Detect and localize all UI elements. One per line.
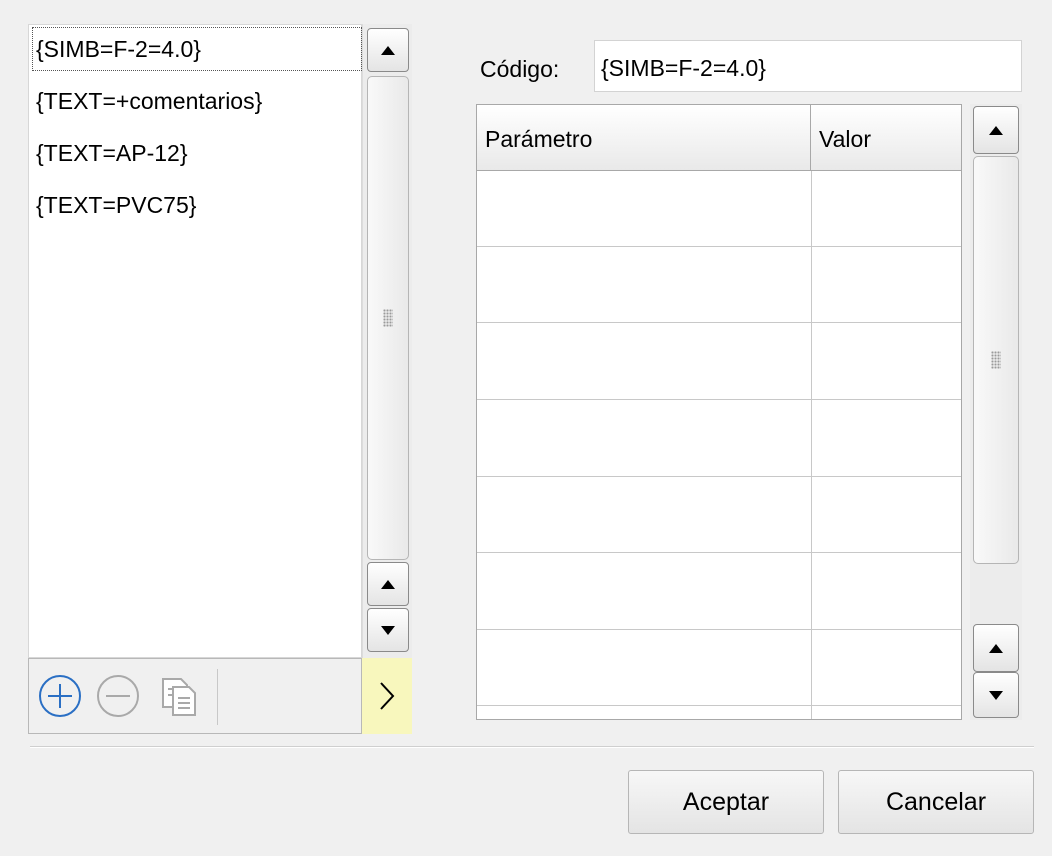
arrow-up-icon	[381, 579, 395, 589]
table-row[interactable]	[477, 477, 961, 553]
list-item[interactable]: {TEXT=+comentarios}	[32, 79, 262, 123]
list-scrollbar[interactable]	[362, 24, 412, 658]
table-scrollbar[interactable]	[970, 104, 1022, 720]
copy-button[interactable]	[155, 673, 201, 719]
arrow-up-icon	[989, 125, 1003, 135]
remove-circle-icon	[97, 675, 139, 717]
add-circle-icon	[39, 675, 81, 717]
scroll-up-button[interactable]	[973, 106, 1019, 154]
arrow-down-icon	[381, 625, 395, 635]
list-item[interactable]: {SIMB=F-2=4.0}	[32, 27, 362, 71]
code-label: Código:	[480, 56, 560, 82]
column-header-parameter[interactable]: Parámetro	[477, 105, 811, 171]
scroll-up-button[interactable]	[973, 624, 1019, 672]
table-row[interactable]	[477, 247, 961, 323]
list-item[interactable]: {TEXT=PVC75}	[32, 183, 196, 227]
table-header: Parámetro Valor	[477, 105, 961, 171]
accept-button[interactable]: Aceptar	[628, 770, 824, 834]
column-divider	[811, 171, 812, 719]
cancel-button[interactable]: Cancelar	[838, 770, 1034, 834]
scroll-up-button[interactable]	[367, 562, 409, 606]
chevron-right-icon	[380, 682, 395, 710]
remove-button[interactable]	[95, 673, 141, 719]
footer-divider	[30, 746, 1034, 748]
scroll-up-button[interactable]	[367, 28, 409, 72]
grip-icon	[383, 309, 393, 327]
grip-icon	[991, 351, 1001, 369]
code-field[interactable]: {SIMB=F-2=4.0}	[594, 40, 1022, 92]
arrow-up-icon	[989, 643, 1003, 653]
expand-button[interactable]	[362, 658, 412, 734]
table-row[interactable]	[477, 323, 961, 400]
scroll-thumb[interactable]	[973, 156, 1019, 564]
add-button[interactable]	[37, 673, 83, 719]
table-row[interactable]	[477, 171, 961, 247]
scroll-down-button[interactable]	[367, 608, 409, 652]
symbol-list[interactable]: {SIMB=F-2=4.0} {TEXT=+comentarios} {TEXT…	[28, 24, 362, 658]
copy-document-icon	[162, 678, 196, 716]
list-toolbar	[28, 658, 362, 734]
arrow-up-icon	[381, 45, 395, 55]
arrow-down-icon	[989, 690, 1003, 700]
table-row[interactable]	[477, 630, 961, 706]
toolbar-divider	[217, 669, 218, 725]
table-row[interactable]	[477, 553, 961, 630]
table-row[interactable]	[477, 400, 961, 477]
parameters-table: Parámetro Valor	[476, 104, 962, 720]
column-header-value[interactable]: Valor	[811, 105, 961, 171]
scroll-thumb[interactable]	[367, 76, 409, 560]
scroll-down-button[interactable]	[973, 672, 1019, 718]
list-item[interactable]: {TEXT=AP-12}	[32, 131, 188, 175]
